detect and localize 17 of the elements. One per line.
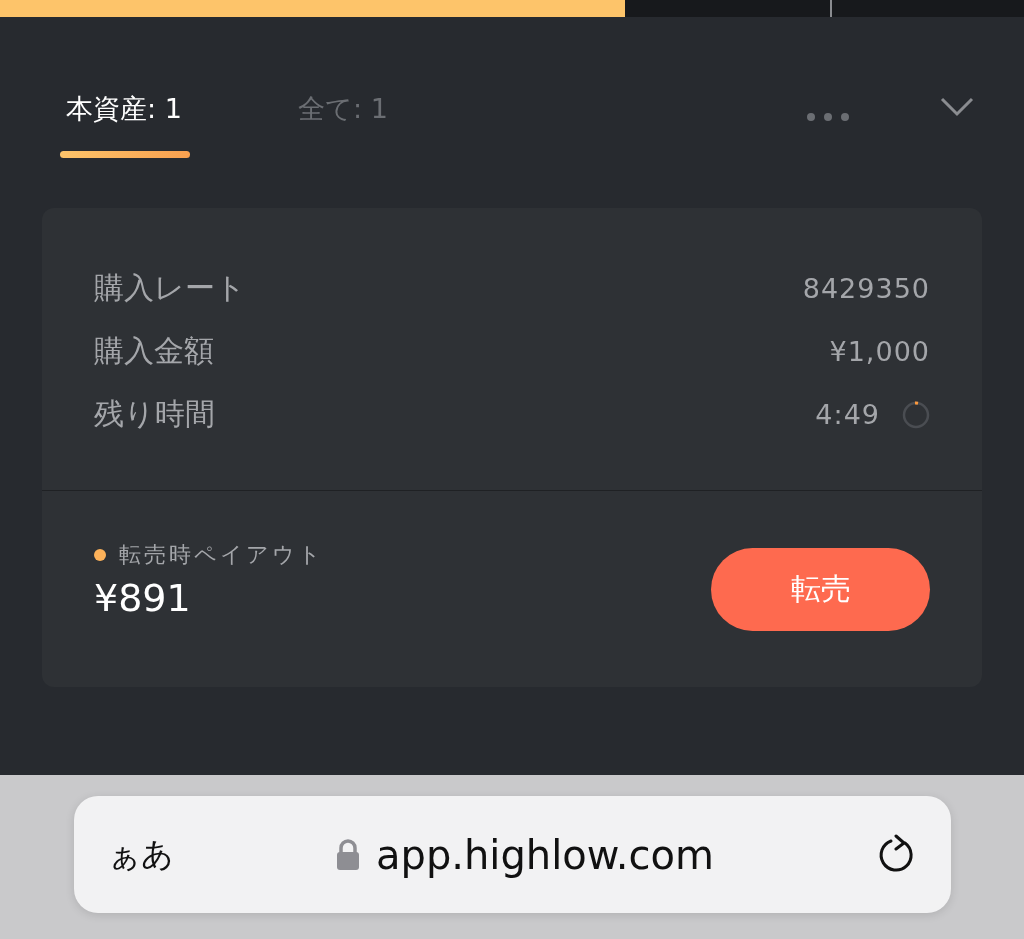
row-label: 残り時間 <box>94 395 215 433</box>
row-label: 購入金額 <box>94 332 214 370</box>
chevron-down-icon[interactable] <box>940 97 974 117</box>
status-dot <box>94 549 106 561</box>
url-text: app.highlow.com <box>376 831 714 878</box>
timer-icon <box>902 400 930 429</box>
row-value: 4:49 <box>815 399 880 430</box>
row-label: 購入レート <box>94 269 246 307</box>
tab[interactable]: 本資産: 1 <box>66 91 190 158</box>
row-value: ¥1,000 <box>829 336 930 367</box>
address-bar[interactable]: ぁあ app.highlow.com <box>73 796 951 913</box>
lock-icon <box>336 838 360 871</box>
payout-label: 転売時ペイアウト <box>119 541 324 569</box>
more-icon[interactable] <box>806 112 850 122</box>
text-size-button[interactable]: ぁあ <box>107 832 174 877</box>
payout-value: ¥891 <box>94 576 192 620</box>
row-value: 8429350 <box>802 273 930 304</box>
